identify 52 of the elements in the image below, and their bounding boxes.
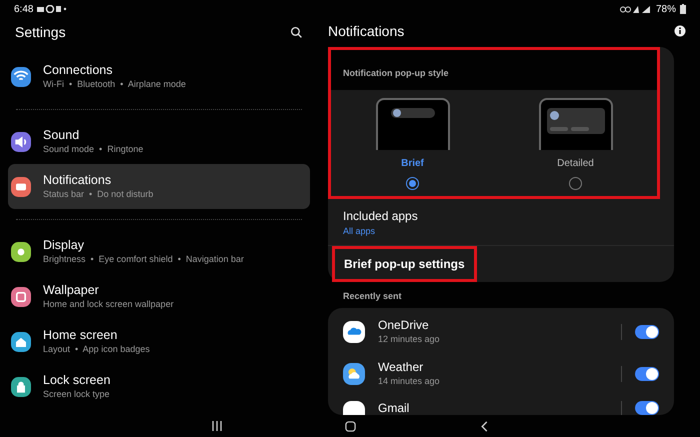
- notification-time: 14 minutes ago: [378, 374, 441, 388]
- item-title: Connections: [43, 62, 114, 78]
- item-subtitle: Wi-Fi • Bluetooth • Airplane mode: [43, 78, 186, 91]
- included-apps-title[interactable]: Included apps: [343, 206, 659, 225]
- item-subtitle: Home and lock screen wallpaper: [43, 298, 174, 311]
- back-icon[interactable]: [480, 420, 488, 432]
- toggle-switch[interactable]: [635, 324, 659, 339]
- app-name: Weather: [378, 360, 424, 375]
- recent-apps-icon[interactable]: [212, 421, 222, 431]
- section-label: Notification pop-up style: [343, 68, 448, 78]
- item-title: Notifications: [43, 172, 112, 188]
- settings-item[interactable]: Sound Sound mode • Ringtone: [8, 119, 310, 164]
- sidebar-title: Settings: [15, 22, 66, 42]
- settings-item[interactable]: Wallpaper Home and lock screen wallpaper: [8, 274, 310, 319]
- info-icon[interactable]: [674, 25, 686, 38]
- home-icon[interactable]: [345, 420, 356, 432]
- toggle-switch[interactable]: [635, 366, 659, 381]
- app-name: OneDrive: [378, 318, 430, 333]
- section-label: Recently sent: [342, 290, 403, 304]
- page-title: Notifications: [328, 22, 404, 41]
- style-option-label: Brief: [401, 156, 424, 171]
- toggle-switch[interactable]: [635, 400, 659, 415]
- battery-percentage: 78%: [656, 2, 676, 16]
- item-subtitle: Layout • App icon badges: [43, 342, 150, 356]
- app-name: Gmail: [378, 400, 410, 415]
- item-subtitle: Brightness • Eye comfort shield • Navigation bar: [43, 252, 244, 266]
- radio-button[interactable]: [569, 176, 582, 190]
- included-apps-value: All apps: [343, 224, 376, 238]
- style-option-label: Detailed: [557, 156, 594, 171]
- item-title: Sound: [43, 126, 80, 143]
- item-title: Wallpaper: [43, 282, 100, 298]
- brief-popup-settings[interactable]: Brief pop-up settings: [332, 246, 477, 282]
- notification-time: 12 minutes ago: [378, 332, 441, 346]
- weather-icon: [343, 362, 365, 385]
- item-title: Lock screen: [43, 372, 110, 388]
- search-icon[interactable]: [290, 26, 303, 38]
- radio-button[interactable]: [406, 176, 419, 190]
- settings-item[interactable]: Display Brightness • Eye comfort shield • Navigation bar: [8, 229, 310, 274]
- item-subtitle: Screen lock type: [43, 388, 110, 401]
- settings-item[interactable]: Notifications Status bar • Do not disturb: [8, 164, 310, 209]
- item-subtitle: Sound mode • Ringtone: [43, 142, 144, 156]
- clock-time: 6:48: [14, 2, 34, 16]
- cloud-icon: [343, 320, 365, 343]
- battery-icon: [680, 4, 686, 14]
- status-icons: [620, 4, 652, 14]
- item-title: Display: [43, 236, 85, 253]
- item-subtitle: Status bar • Do not disturb: [43, 188, 154, 201]
- notification-icons: [37, 5, 68, 13]
- settings-item[interactable]: Connections Wi-Fi • Bluetooth • Airplane mode: [8, 54, 310, 99]
- settings-item[interactable]: Lock screen Screen lock type: [8, 364, 310, 409]
- item-title: Home screen: [43, 326, 118, 343]
- settings-item[interactable]: Home screen Layout • App icon badges: [8, 319, 310, 364]
